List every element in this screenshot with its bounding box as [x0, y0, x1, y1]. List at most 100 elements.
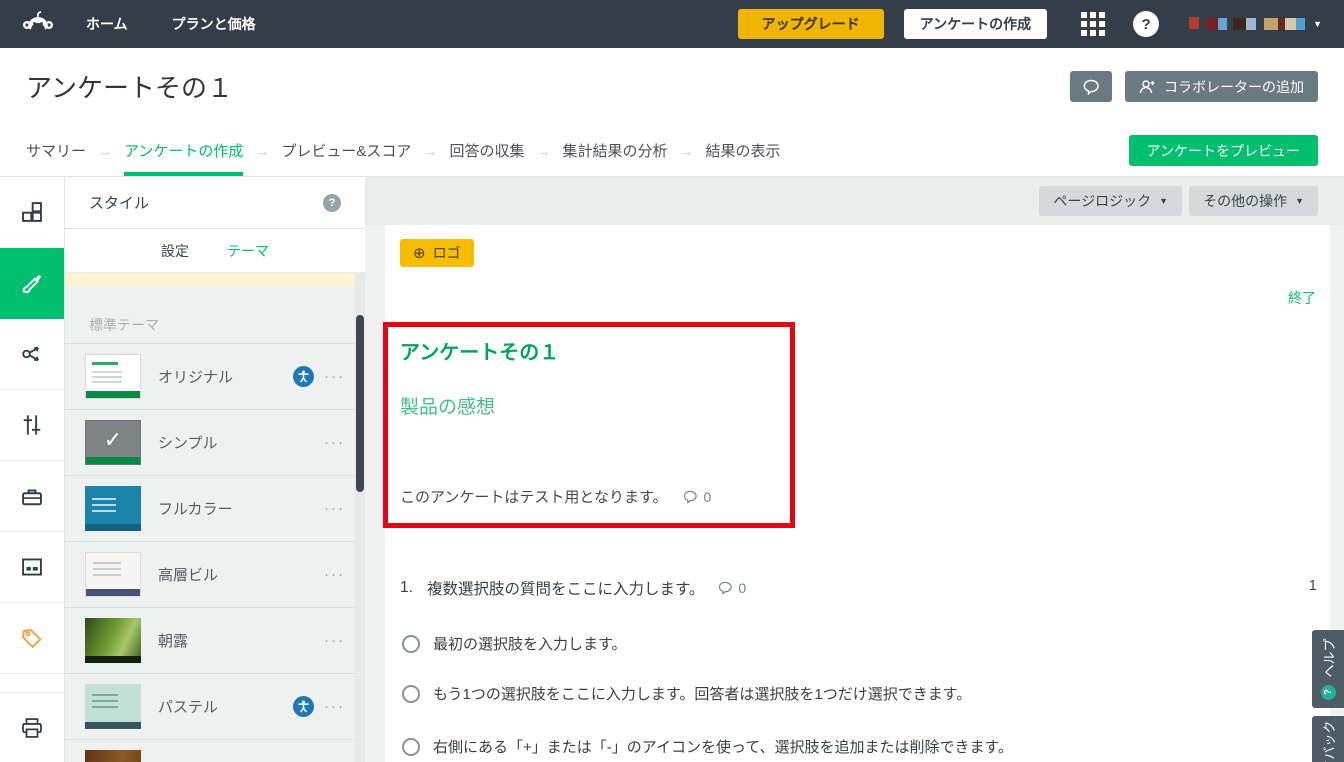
app-grid-icon[interactable]: [1081, 12, 1105, 36]
upgrade-button[interactable]: アップグレード: [738, 9, 884, 39]
add-logo-button[interactable]: ⊕ ロゴ: [400, 239, 474, 267]
answer-option-3[interactable]: 右側にある「+」または「-」のアイコンを使って、選択肢を追加または削除できます。: [402, 736, 1013, 757]
answer-option-1[interactable]: 最初の選択肢を入力します。: [402, 633, 627, 654]
step-collect-responses[interactable]: 回答の収集: [449, 125, 524, 176]
add-collaborator-button[interactable]: コラボレーターの追加: [1125, 71, 1318, 102]
builder-blocks-icon: [21, 201, 43, 223]
print-tool[interactable]: [0, 692, 64, 762]
tab-themes[interactable]: テーマ: [227, 241, 269, 261]
format-tool[interactable]: [0, 532, 64, 603]
layout-card-icon: [21, 556, 43, 578]
step-summary[interactable]: サマリー: [26, 125, 86, 176]
theme-thumbnail: [85, 354, 141, 399]
theme-row-morningdew[interactable]: 朝露 ···: [65, 607, 365, 673]
chevron-down-icon: ▼: [1159, 196, 1168, 206]
options-tool[interactable]: [0, 390, 64, 461]
theme-menu-icon[interactable]: ···: [324, 504, 345, 514]
answer-option-2[interactable]: もう1つの選択肢をここに入力します。回答者は選択肢を1つだけ選択できます。: [402, 683, 971, 704]
style-panel-title: スタイル: [89, 192, 149, 213]
radio-button[interactable]: [402, 738, 420, 756]
theme-menu-icon[interactable]: ···: [324, 636, 345, 646]
theme-row-pastel[interactable]: パステル ···: [65, 673, 365, 739]
theme-menu-icon[interactable]: ···: [324, 372, 345, 382]
comment-bubble-icon: [683, 490, 698, 504]
sliders-icon: [21, 414, 43, 436]
style-tool-active[interactable]: [0, 248, 64, 319]
surveymonkey-logo-icon[interactable]: [22, 9, 56, 39]
survey-header: アンケートその１ コラボレーターの追加: [0, 48, 1344, 125]
step-arrow-icon: →: [536, 143, 550, 159]
branch-logic-icon: [21, 343, 43, 365]
panel-scrollbar-track[interactable]: [355, 273, 365, 762]
survey-page-title[interactable]: 製品の感想: [400, 392, 495, 419]
step-preview-score[interactable]: プレビュー&スコア: [281, 125, 411, 176]
step-analyze-results[interactable]: 集計結果の分析: [562, 125, 667, 176]
paintbrush-icon: [21, 272, 43, 294]
radio-button[interactable]: [402, 635, 420, 653]
more-actions-dropdown[interactable]: その他の操作 ▼: [1189, 186, 1318, 216]
create-survey-button[interactable]: アンケートの作成: [904, 9, 1047, 39]
builder-tool[interactable]: [0, 177, 64, 248]
theme-menu-icon[interactable]: ···: [324, 570, 345, 580]
panel-scrollbar-thumb[interactable]: [356, 315, 364, 492]
comments-button[interactable]: [1070, 71, 1112, 102]
theme-thumbnail: [85, 552, 141, 597]
question-comments[interactable]: 0: [718, 580, 746, 596]
nav-link-plans-pricing[interactable]: プランと価格: [172, 14, 256, 34]
step-arrow-icon: →: [98, 143, 112, 159]
survey-description: このアンケートはテスト用となります。: [400, 486, 667, 507]
radio-button[interactable]: [402, 685, 420, 703]
accessibility-icon: [293, 366, 314, 387]
step-design-survey[interactable]: アンケートの作成: [124, 125, 243, 176]
question-bank-tool[interactable]: [0, 461, 64, 532]
theme-row-fullcolor[interactable]: フルカラー ···: [65, 475, 365, 541]
header-actions: コラボレーターの追加: [1070, 71, 1318, 102]
description-comments[interactable]: 0: [683, 489, 711, 505]
chevron-down-icon: ▼: [1295, 196, 1304, 206]
accessibility-icon: [293, 696, 314, 717]
page-logic-dropdown[interactable]: ページロジック ▼: [1039, 186, 1182, 216]
theme-thumbnail: [85, 684, 141, 729]
theme-row-highrise[interactable]: 高層ビル ···: [65, 541, 365, 607]
theme-row-partial[interactable]: [65, 739, 365, 762]
question-1[interactable]: 1. 複数選択肢の質問をここに入力します。 0: [400, 577, 746, 599]
tag-tool[interactable]: [0, 603, 64, 674]
style-panel-header: スタイル ?: [65, 177, 365, 229]
help-icon: ?: [1321, 685, 1336, 700]
theme-row-simple-selected[interactable]: ✓ シンプル ···: [65, 409, 365, 475]
preview-survey-button[interactable]: アンケートをプレビュー: [1129, 135, 1318, 166]
printer-icon: [21, 717, 43, 739]
step-present-results[interactable]: 結果の表示: [705, 125, 780, 176]
tag-icon: [21, 627, 43, 649]
style-panel-tabs: 設定 テーマ: [65, 229, 365, 273]
chevron-down-icon: ▼: [1313, 19, 1322, 29]
page-title: アンケートその１: [26, 68, 233, 105]
theme-menu-icon[interactable]: ···: [324, 702, 345, 712]
exit-link[interactable]: 終了: [1288, 288, 1316, 308]
tab-settings[interactable]: 設定: [161, 241, 189, 261]
comment-bubble-icon: [718, 581, 733, 595]
panel-help-icon[interactable]: ?: [323, 194, 341, 212]
plus-circle-icon: ⊕: [413, 244, 426, 262]
survey-description-row[interactable]: このアンケートはテスト用となります。 0: [400, 486, 711, 507]
theme-thumbnail: [85, 750, 141, 762]
comment-bubble-icon: [1083, 79, 1100, 95]
scrolled-banner-edge: [65, 273, 355, 287]
surveymonkey-app: ホーム プランと価格 アップグレード アンケートの作成 ? ▼ アンケートその１: [0, 0, 1344, 762]
user-account-menu[interactable]: ▼: [1189, 17, 1322, 31]
theme-thumbnail: ✓: [85, 420, 141, 465]
survey-canvas: ページロジック ▼ その他の操作 ▼ ⊕ ロゴ 終了 アンケートその１ 製品の感…: [365, 177, 1344, 762]
theme-row-original[interactable]: オリジナル ···: [65, 343, 365, 409]
help-icon[interactable]: ?: [1133, 11, 1159, 37]
survey-title[interactable]: アンケートその１: [400, 336, 559, 365]
theme-menu-icon[interactable]: ···: [324, 438, 345, 448]
rail-spacer: [0, 674, 64, 692]
nav-link-home[interactable]: ホーム: [86, 14, 128, 34]
left-tool-rail: [0, 177, 65, 762]
selected-check-icon: ✓: [86, 423, 140, 457]
help-side-tab[interactable]: ? ヘルプ: [1312, 630, 1344, 708]
feedback-side-tab[interactable]: フィードバック: [1312, 716, 1344, 762]
user-name-redacted: [1189, 17, 1305, 31]
logic-tool[interactable]: [0, 319, 64, 390]
step-arrow-icon: →: [255, 143, 269, 159]
